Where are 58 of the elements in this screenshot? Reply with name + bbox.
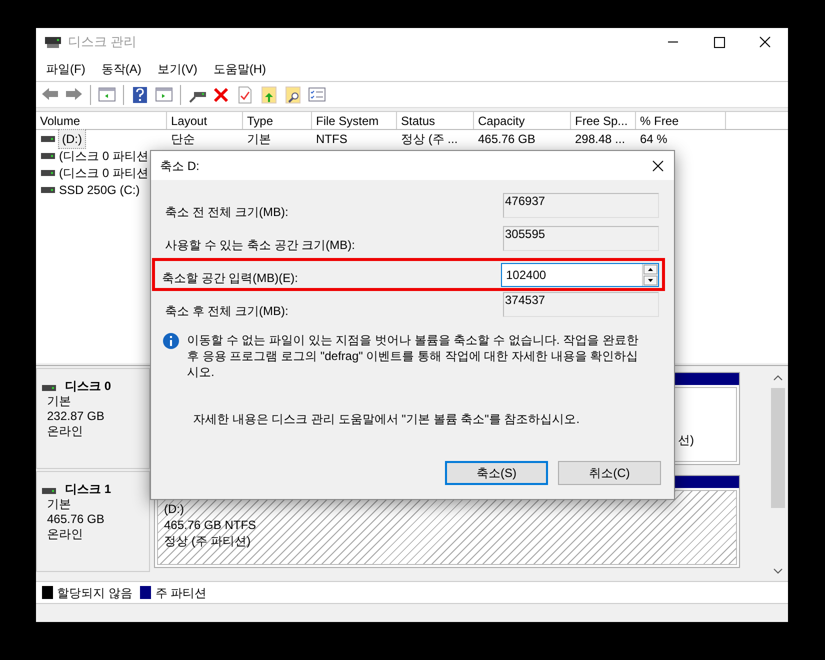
table-cell[interactable]: SSD 250G (C:) [58,180,141,198]
search-icon[interactable] [284,86,302,104]
spin-up-icon[interactable] [643,264,658,274]
table-cell-text: 기본 [247,130,271,148]
disk-name: 디스크 1 [65,482,112,497]
checklist-icon[interactable] [308,86,326,104]
spin-field[interactable]: 102400 [501,262,659,286]
table-cell-text: 298.48 ... [575,130,626,148]
field-label: 사용할 수 있는 축소 공간 크기(MB): [165,236,355,254]
disk-status: 온라인 [47,527,84,542]
table-cell[interactable]: (디스크 0 파티션 [58,164,150,182]
field-label: 축소할 공간 입력(MB)(E): [162,270,298,286]
close-icon[interactable] [651,158,665,172]
disk-type: 기본 [47,394,72,409]
partition-text: 정상 (주 파티션) [164,533,251,549]
field-value: 305595 [504,227,546,241]
up-arrow-folder-icon[interactable] [260,86,278,104]
scroll-thumb[interactable] [771,388,785,508]
dialog-title: 축소 D: [160,158,200,174]
field-label: 축소 전 전체 크기(MB): [165,204,288,220]
legend-label: 할당되지 않음 [57,584,132,602]
window-title: 디스크 관리 [68,33,137,52]
menu-item[interactable]: 보기(V) [149,60,206,78]
partition-text: 선) [678,432,694,448]
disk-size: 232.87 GB [47,409,106,424]
spin-down-icon[interactable] [643,274,658,286]
table-cell[interactable]: (디스크 0 파티션 [58,146,150,164]
info-message: 이동할 수 없는 파일이 있는 지점을 벗어나 볼륨을 축소할 수 없습니다. 작업을 완료한 후 응용 프로그램 로그의 "defrag" 이벤트를 통해 작업에 대한 자세한 내용을 확인하십시오. [187,332,640,380]
partition-text: 465.76 GB NTFS [164,517,256,533]
field-value: 476937 [504,194,546,208]
partition-text: (D:) [164,501,184,517]
disk-type: 기본 [47,497,72,512]
disk-name: 디스크 0 [65,379,112,394]
table-cell-text: 64 % [640,130,668,148]
field-label: 축소 후 전체 크기(MB): [165,302,288,320]
table-cell-text: 정상 (주 ... [401,130,458,148]
table-cell[interactable]: (D:) [58,128,86,148]
menu-item[interactable]: 동작(A) [93,60,150,78]
field-value: 102400 [505,266,548,284]
legend-label: 주 파티션 [155,584,207,602]
dialog-button[interactable]: 축소(S) [445,461,548,485]
info-icon [163,333,179,349]
help-icon[interactable] [131,86,149,104]
menu-item[interactable]: 파일(F) [38,60,94,78]
delete-icon[interactable] [212,86,230,104]
drive-icon [44,34,62,50]
table-cell-text: NTFS [316,130,348,148]
dialog-button[interactable]: 취소(C) [558,461,661,485]
disk-status: 온라인 [47,424,84,439]
window-pane-icon[interactable] [98,86,116,104]
checked-page-icon[interactable] [236,86,254,104]
window-pane-icon[interactable] [155,86,173,104]
disk-size: 465.76 GB [47,512,106,527]
table-cell-text: 465.76 GB [478,130,536,148]
table-cell-text: 단순 [171,130,195,148]
menu-item[interactable]: 도움말(H) [205,60,274,78]
help-message: 자세한 내용은 디스크 관리 도움말에서 "기본 볼륨 축소"를 참조하십시오. [192,411,581,428]
field-value: 374537 [504,293,546,307]
